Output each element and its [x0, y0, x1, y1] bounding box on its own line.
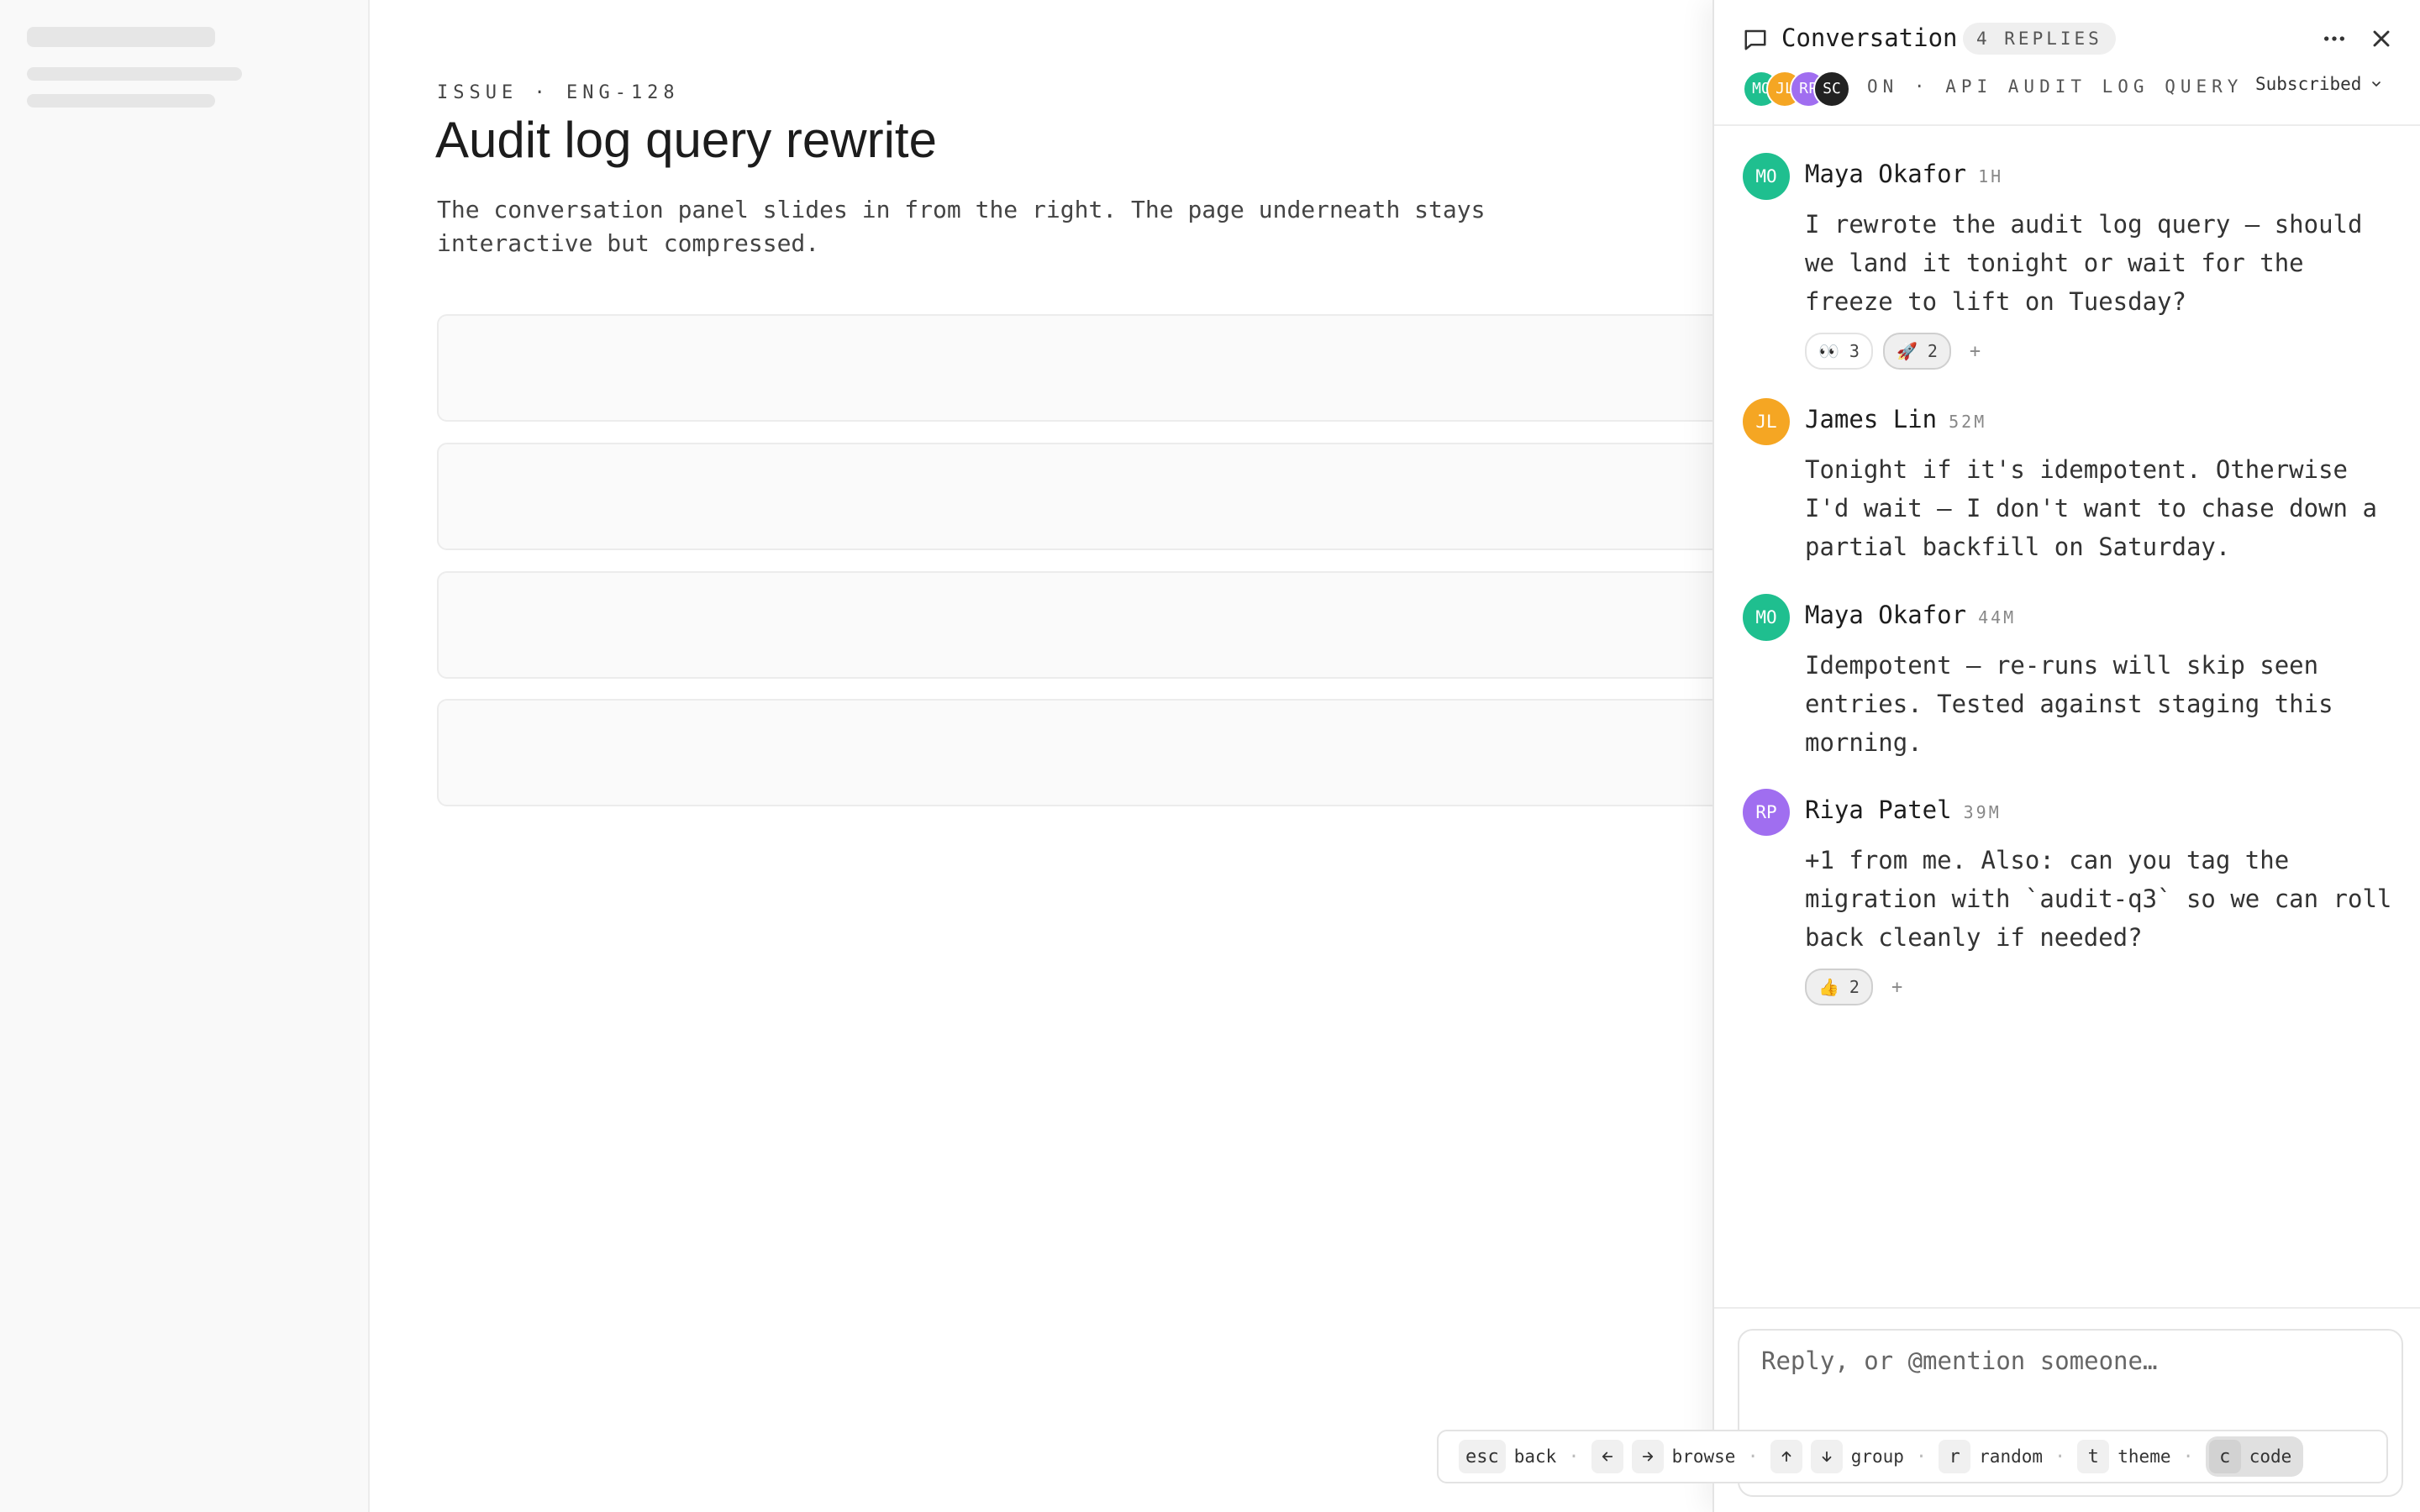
author-name: Riya Patel	[1805, 795, 1952, 824]
more-icon[interactable]	[2321, 25, 2348, 52]
r-key: r	[1939, 1440, 1971, 1473]
separator: ·	[1747, 1446, 1759, 1467]
placeholder-card[interactable]	[437, 571, 1751, 679]
arrow-right-icon	[1631, 1440, 1664, 1473]
timestamp: 1H	[1978, 166, 2004, 186]
message-body: I rewrote the audit log query — should w…	[1805, 210, 2363, 316]
timestamp: 39M	[1963, 802, 2002, 822]
composer-divider	[1714, 1307, 2420, 1309]
sidebar-skeleton-line	[27, 67, 242, 81]
message-body: Tonight if it's idempotent. Otherwise I'…	[1805, 455, 2377, 561]
subscribed-dropdown[interactable]: Subscribed	[2255, 74, 2383, 94]
thread-context: ON · API AUDIT LOG QUERY	[1867, 76, 2244, 97]
placeholder-card[interactable]	[437, 314, 1751, 422]
placeholder-card[interactable]	[437, 443, 1751, 550]
separator: ·	[1915, 1446, 1928, 1467]
replies-badge: 4 REPLIES	[1963, 23, 2116, 55]
conversation-panel: Conversation 4 REPLIES MO JL RP SC ON · …	[1712, 0, 2420, 1512]
chat-bubble-icon	[1744, 29, 1766, 50]
sidebar-skeleton-line	[27, 27, 215, 47]
avatar: SC	[1813, 71, 1850, 108]
reaction-emoji: 🚀	[1896, 341, 1918, 361]
reaction-eyes[interactable]: 👀 3	[1805, 333, 1873, 370]
sidebar	[0, 0, 370, 1512]
avatar: MO	[1743, 594, 1790, 641]
sidebar-skeleton-line	[27, 94, 215, 108]
esc-key: esc	[1459, 1440, 1506, 1473]
main-content: ISSUE · ENG-128 Audit log query rewrite …	[370, 0, 1751, 1512]
t-key: t	[2077, 1440, 2110, 1473]
reaction-thumbs-up[interactable]: 👍 2	[1805, 969, 1873, 1005]
message-header: Maya Okafor 1H	[1805, 160, 2003, 188]
message-header: Maya Okafor 44M	[1805, 601, 2016, 629]
reaction-emoji: 👍	[1818, 977, 1839, 997]
reactions: 👍 2 +	[1805, 969, 1911, 1005]
shortcut-code[interactable]: c code	[2205, 1436, 2304, 1477]
shortcut-theme[interactable]: t theme	[2077, 1440, 2170, 1473]
shortcut-label: group	[1850, 1446, 1904, 1467]
panel-header: Conversation 4 REPLIES MO JL RP SC ON · …	[1714, 0, 2420, 126]
shortcut-label: browse	[1671, 1446, 1736, 1467]
add-reaction-button[interactable]: +	[1961, 341, 1989, 362]
separator: ·	[2054, 1446, 2066, 1467]
add-reaction-button[interactable]: +	[1883, 977, 1911, 998]
reactions: 👀 3 🚀 2 +	[1805, 333, 1989, 370]
avatar: RP	[1743, 789, 1790, 836]
shortcut-label: random	[1979, 1446, 2044, 1467]
message-body: +1 from me. Also: can you tag the migrat…	[1805, 846, 2392, 952]
participant-avatars: MO JL RP SC	[1743, 71, 1869, 108]
reaction-count: 3	[1849, 341, 1860, 361]
shortcut-label: back	[1513, 1446, 1557, 1467]
message-header: James Lin 52M	[1805, 405, 1986, 433]
shortcut-random[interactable]: r random	[1939, 1440, 2043, 1473]
page-description: The conversation panel slides in from th…	[437, 196, 1486, 257]
shortcut-label: code	[2249, 1446, 2292, 1467]
arrow-left-icon	[1591, 1440, 1623, 1473]
timestamp: 44M	[1978, 607, 2017, 627]
page-title: Audit log query rewrite	[435, 112, 937, 168]
shortcut-label: theme	[2118, 1446, 2171, 1467]
arrow-down-icon	[1810, 1440, 1843, 1473]
avatar: MO	[1743, 153, 1790, 200]
c-key: c	[2208, 1440, 2241, 1473]
arrow-up-icon	[1770, 1440, 1802, 1473]
subscribed-label: Subscribed	[2255, 74, 2362, 94]
separator: ·	[1568, 1446, 1580, 1467]
message-header: Riya Patel 39M	[1805, 795, 2002, 824]
shortcut-group[interactable]: group	[1770, 1440, 1904, 1473]
issue-eyebrow: ISSUE · ENG-128	[437, 82, 680, 103]
shortcut-back[interactable]: esc back	[1459, 1440, 1556, 1473]
reaction-emoji: 👀	[1818, 341, 1839, 361]
separator: ·	[2182, 1446, 2194, 1467]
reply-input[interactable]	[1760, 1346, 2385, 1376]
avatar: JL	[1743, 398, 1790, 445]
placeholder-card[interactable]	[437, 699, 1751, 806]
timestamp: 52M	[1949, 412, 1987, 432]
close-icon[interactable]	[2368, 25, 2395, 52]
shortcut-bar: esc back · browse · group · r random · t…	[1437, 1430, 2388, 1483]
reaction-count: 2	[1849, 977, 1860, 997]
message-body: Idempotent — re-runs will skip seen entr…	[1805, 651, 2333, 757]
chevron-down-icon	[2372, 81, 2381, 87]
reaction-count: 2	[1927, 341, 1938, 361]
author-name: Maya Okafor	[1805, 601, 1967, 629]
panel-title: Conversation	[1781, 24, 1958, 52]
reaction-rocket[interactable]: 🚀 2	[1882, 333, 1951, 370]
shortcut-browse[interactable]: browse	[1591, 1440, 1736, 1473]
author-name: James Lin	[1805, 405, 1938, 433]
author-name: Maya Okafor	[1805, 160, 1967, 188]
